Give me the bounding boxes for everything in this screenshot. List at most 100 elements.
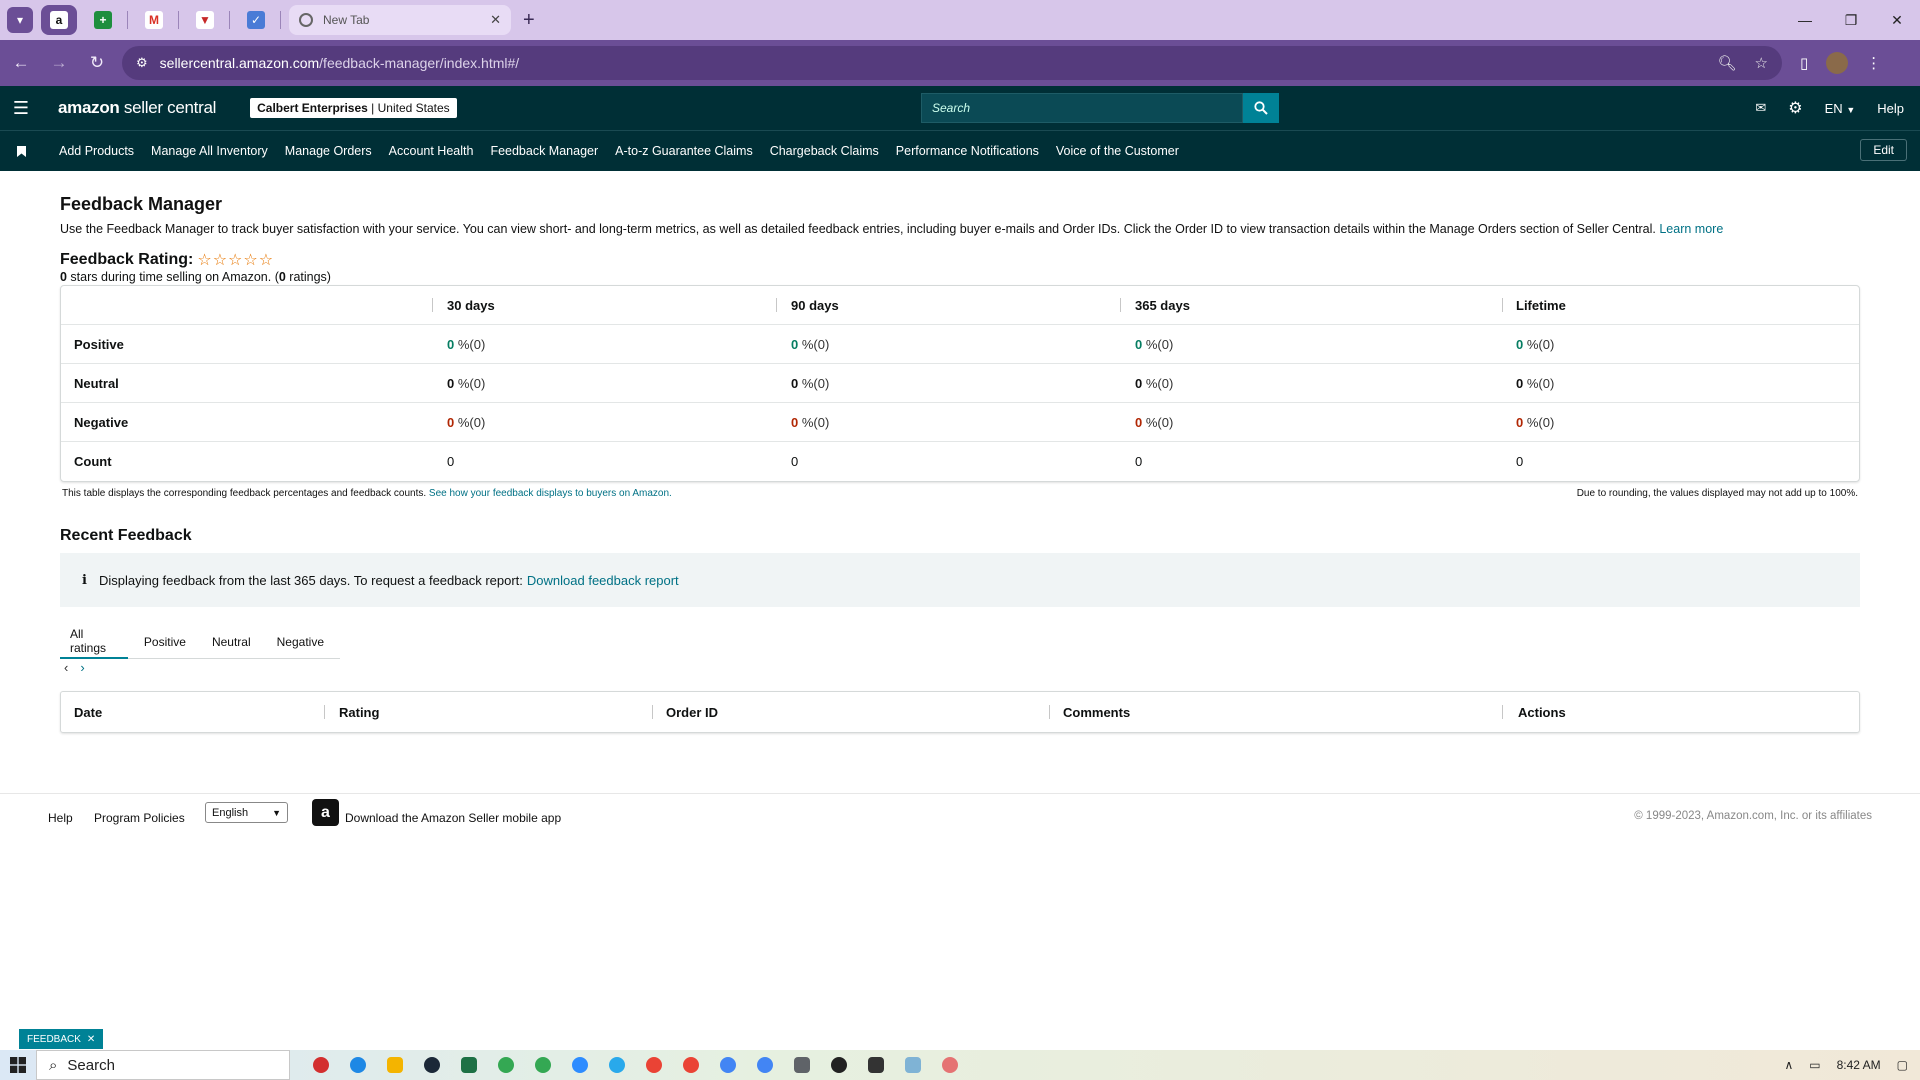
amazon-app-icon[interactable]: a [312,799,339,826]
url-path: /feedback-manager/index.html#/ [319,55,520,71]
merchant-switcher[interactable]: Calbert Enterprises | United States [250,98,457,118]
edit-nav-button[interactable]: Edit [1860,139,1907,161]
download-feedback-report-link[interactable]: Download feedback report [527,573,679,588]
tab-amazon[interactable]: a [41,5,77,35]
footer-help-link[interactable]: Help [48,811,73,825]
cell-value: 0 [791,336,799,352]
search-input[interactable]: Search [921,93,1243,123]
calculator-icon[interactable] [783,1050,820,1080]
reload-icon[interactable]: ↻ [80,46,114,80]
mobile-app-link[interactable]: Download the Amazon Seller mobile app [345,811,561,825]
nav-chargeback-claims[interactable]: Chargeback Claims [770,144,879,158]
nav-voice-of-the-customer[interactable]: Voice of the Customer [1056,144,1179,158]
page-description: Use the Feedback Manager to track buyer … [60,222,1723,236]
url-input[interactable]: ⚙ sellercentral.amazon.com/feedback-mana… [122,46,1782,80]
hamburger-menu-icon[interactable]: ☰ [0,98,42,119]
rounding-note: Due to rounding, the values displayed ma… [1576,488,1858,499]
nav-a-to-z-claims[interactable]: A-to-z Guarantee Claims [615,144,753,158]
chrome-icon[interactable] [746,1050,783,1080]
chevron-right-icon[interactable]: › [80,660,84,675]
tab-negative[interactable]: Negative [267,626,334,659]
nav-manage-orders[interactable]: Manage Orders [285,144,372,158]
cell-suffix: %(0) [1145,414,1174,430]
close-window-icon[interactable]: ✕ [1874,0,1920,40]
chevron-left-icon[interactable]: ‹ [64,660,68,675]
language-label: EN [1824,100,1843,116]
amazon-favicon-icon: a [50,11,68,29]
cell-value: 0 [791,375,799,391]
taskbar-apps [302,1050,968,1080]
settings-gear-icon[interactable]: ⚙ [1788,98,1802,118]
help-link[interactable]: Help [1877,101,1904,116]
search-bar: Search [921,93,1279,123]
battery-icon[interactable]: ▭ [1809,1058,1820,1072]
feedback-display-link[interactable]: See how your feedback displays to buyers… [429,488,672,499]
browser-menu-icon[interactable]: ⋮ [1866,54,1881,72]
tab-search-button[interactable]: ▾ [7,7,33,33]
tab-neutral[interactable]: Neutral [202,626,261,659]
notifications-icon[interactable]: ▢ [1897,1058,1908,1072]
chrome-icon[interactable] [709,1050,746,1080]
chrome-icon[interactable] [487,1050,524,1080]
tab-positive[interactable]: Positive [134,626,196,659]
back-arrow-icon[interactable]: ← [4,46,38,80]
obs-icon[interactable] [820,1050,857,1080]
language-selector[interactable]: EN ▼ [1825,101,1856,116]
mail-icon[interactable]: ✉ [1755,100,1766,116]
nav-feedback-manager[interactable]: Feedback Manager [490,144,598,158]
new-tab-button[interactable]: + [523,9,535,32]
telegram-icon[interactable] [598,1050,635,1080]
close-icon[interactable]: ✕ [87,1034,95,1045]
zoom-icon[interactable]: 🔍︎ [1718,54,1737,72]
app-red-icon[interactable] [302,1050,339,1080]
recent-feedback-table: Date Rating Order ID Comments Actions [60,691,1860,733]
chrome-icon[interactable] [672,1050,709,1080]
tab-gmail[interactable]: M [136,5,172,35]
file-explorer-icon[interactable] [376,1050,413,1080]
tab-vivaldi[interactable]: ▼ [187,5,223,35]
footer-language-select[interactable]: English ▼ [205,802,288,823]
notepad-icon[interactable] [894,1050,931,1080]
bookmark-icon[interactable] [0,145,42,157]
edge-icon[interactable] [339,1050,376,1080]
minimize-icon[interactable]: — [1782,0,1828,40]
restore-icon[interactable]: ❐ [1828,0,1874,40]
search-button[interactable] [1243,93,1279,123]
chrome-icon[interactable] [524,1050,561,1080]
nav-add-products[interactable]: Add Products [59,144,134,158]
recent-feedback-heading: Recent Feedback [60,527,192,544]
nav-manage-all-inventory[interactable]: Manage All Inventory [151,144,268,158]
windows-start-icon[interactable] [0,1057,36,1073]
seller-central-logo[interactable]: amazon seller central [58,98,216,118]
zoom-app-icon[interactable] [561,1050,598,1080]
close-tab-icon[interactable]: ✕ [490,12,501,28]
tab-sheets[interactable]: + [85,5,121,35]
site-info-icon[interactable]: ⚙ [136,55,148,71]
feedback-widget-button[interactable]: FEEDBACK ✕ [19,1029,104,1049]
clock[interactable]: 8:42 AM [1837,1058,1881,1072]
cell-suffix: %(0) [1145,336,1174,352]
excel-icon[interactable] [450,1050,487,1080]
cell-value: 0 [791,414,799,430]
tab-new-tab[interactable]: New Tab ✕ [289,5,511,35]
steam-icon[interactable] [413,1050,450,1080]
side-panel-icon[interactable]: ▯ [1800,54,1808,72]
browser-tab-bar: ▾ a + M ▼ ✓ New Tab ✕ + — ❐ ✕ [0,0,1920,40]
learn-more-link[interactable]: Learn more [1659,222,1723,236]
chrome-icon[interactable] [635,1050,672,1080]
nav-performance-notifications[interactable]: Performance Notifications [896,144,1039,158]
paint-icon[interactable] [931,1050,968,1080]
column-divider [1049,705,1050,719]
chevron-up-icon[interactable]: ∧ [1784,1058,1793,1072]
description-text: Use the Feedback Manager to track buyer … [60,222,1660,236]
taskbar-search-input[interactable]: ⌕ Search [36,1050,290,1080]
forward-arrow-icon[interactable]: → [42,46,76,80]
profile-avatar[interactable] [1826,52,1849,74]
tab-workona[interactable]: ✓ [238,5,274,35]
footer-program-policies-link[interactable]: Program Policies [94,811,185,825]
bookmark-star-icon[interactable]: ☆ [1755,54,1768,72]
nav-account-health[interactable]: Account Health [389,144,474,158]
sticky-notes-icon[interactable] [857,1050,894,1080]
tab-all-ratings[interactable]: All ratings [60,626,128,659]
column-divider [652,705,653,719]
